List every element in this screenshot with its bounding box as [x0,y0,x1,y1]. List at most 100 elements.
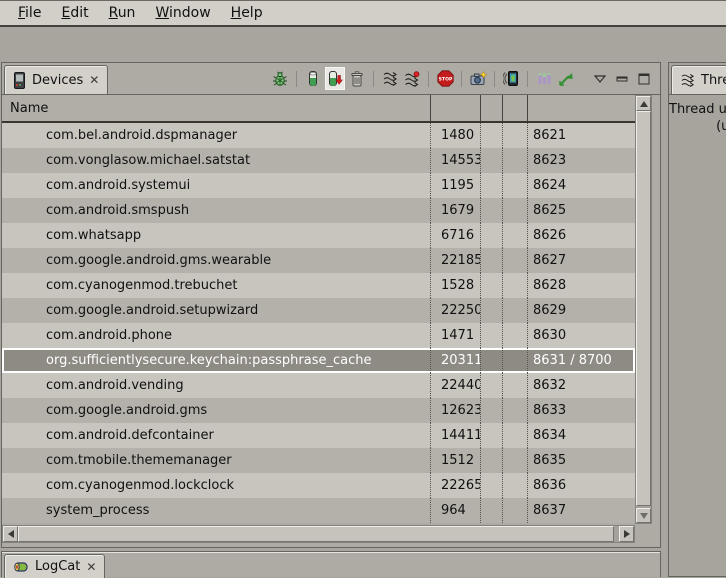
horizontal-scrollbar-thumb[interactable] [18,526,614,542]
column-header-empty1 [480,95,502,121]
cell-ports: 8629 [527,298,635,323]
cell-e2 [502,223,527,248]
column-header-pid [430,95,480,121]
toolbar-button-screen-capture[interactable] [468,67,488,90]
scroll-left-button[interactable] [3,526,18,542]
cell-ports: 8626 [527,223,635,248]
tab-threads-label: Threads [701,73,726,88]
toolbar-button-dump-hprof[interactable] [325,67,345,90]
cell-e1 [480,198,502,223]
cell-e2 [502,123,527,148]
close-icon[interactable]: ✕ [89,74,99,86]
table-row[interactable]: com.tmobile.thememanager15128635 [2,448,635,473]
toolbar-separator [428,71,429,87]
toolbar-button-screen-record[interactable] [501,67,521,90]
tab-threads[interactable]: Threads [671,65,726,94]
cell-e1 [480,448,502,473]
cell-e2 [502,423,527,448]
view-menu-button[interactable] [590,67,610,90]
threads-message: Thread updates not enabled for selected … [669,101,726,135]
table-row[interactable]: com.android.defcontainer144118634 [2,423,635,448]
cell-e2 [502,498,527,523]
table-row[interactable]: com.google.android.gms12623 8633 [2,398,635,423]
cell-name: com.android.systemui [2,173,430,198]
table-row[interactable]: com.cyanogenmod.lockclock222658636 [2,473,635,498]
column-header-name: Name [2,95,430,121]
cell-name: com.google.android.gms [2,398,430,423]
method-profiling-icon [404,71,420,87]
tab-logcat-label: LogCat [35,559,80,574]
tab-logcat[interactable]: LogCat ✕ [4,554,105,578]
tab-devices-label: Devices [32,73,83,88]
threads-icon [382,71,398,87]
cell-ports: 8637 [527,498,635,523]
table-row[interactable]: system_process964 8637 [2,498,635,523]
vertical-scrollbar-thumb[interactable] [636,111,651,506]
menu-item-file[interactable]: File [8,3,51,23]
cell-e1 [480,148,502,173]
bug-icon [272,71,288,87]
cell-name: com.cyanogenmod.lockclock [2,473,430,498]
cell-name: com.android.phone [2,323,430,348]
menu-item-window[interactable]: Window [145,3,220,23]
close-icon[interactable]: ✕ [86,561,96,573]
cell-name: com.android.vending [2,373,430,398]
toolbar-button-opengl-trace[interactable] [556,67,576,90]
threads-message-line2: (use toolbar button to enable) [669,118,726,135]
device-table-body: com.bel.android.dspmanager14808621com.vo… [2,123,635,523]
table-row[interactable]: com.google.android.gms.wearable221858627 [2,248,635,273]
cell-pid: 1195 [430,173,480,198]
table-row[interactable]: com.bel.android.dspmanager14808621 [2,123,635,148]
cell-name: com.tmobile.thememanager [2,448,430,473]
heap-cylinder-icon [306,70,320,87]
menu-item-edit[interactable]: Edit [51,3,98,23]
cell-name: com.google.android.setupwizard [2,298,430,323]
horizontal-scrollbar[interactable] [2,525,635,543]
cell-ports: 8633 [527,398,635,423]
screen-record-icon [503,70,520,87]
toolbar-button-debug[interactable] [270,67,290,90]
opengl-trace-icon [558,71,574,87]
stop-label: STOP [438,76,452,82]
toolbar-button-update-heap[interactable] [303,67,323,90]
cell-name: org.sufficientlysecure.keychain:passphra… [2,348,430,373]
menu-item-help[interactable]: Help [221,3,273,23]
minimize-button[interactable] [612,67,632,90]
cell-pid: 1679 [430,198,480,223]
cell-pid: 964 [430,498,480,523]
table-row[interactable]: com.android.systemui11958624 [2,173,635,198]
cell-pid: 12623 [430,398,480,423]
toolbar-button-method-profiling[interactable] [402,67,422,90]
vertical-scrollbar[interactable] [635,95,652,524]
toolbar-button-update-threads[interactable] [380,67,400,90]
scroll-right-button[interactable] [619,526,634,542]
toolbar-separator [296,71,297,87]
scroll-up-button[interactable] [636,96,651,111]
cell-name: com.bel.android.dspmanager [2,123,430,148]
threads-panel: Threads Thread updates not enabled for s… [668,62,726,577]
phone-icon [13,72,26,89]
tab-devices[interactable]: Devices ✕ [4,65,108,94]
toolbar-button-stop-process[interactable]: STOP [435,67,455,90]
cell-e2 [502,473,527,498]
toolbar-button-cause-gc[interactable] [347,67,367,90]
table-row[interactable]: com.cyanogenmod.trebuchet15288628 [2,273,635,298]
table-row[interactable]: com.android.vending224408632 [2,373,635,398]
table-row[interactable]: com.google.android.setupwizard222508629 [2,298,635,323]
maximize-button[interactable] [634,67,654,90]
cell-name: system_process [2,498,430,523]
table-row[interactable]: org.sufficientlysecure.keychain:passphra… [2,348,635,373]
device-table-header: Name [2,95,635,123]
table-row[interactable]: com.android.smspush16798625 [2,198,635,223]
toolbar-separator [461,71,462,87]
cell-pid: 1471 [430,323,480,348]
table-row[interactable]: com.whatsapp67168626 [2,223,635,248]
menu-item-run[interactable]: Run [99,3,146,23]
cell-e1 [480,298,502,323]
cell-e1 [480,273,502,298]
table-row[interactable]: com.android.phone14718630 [2,323,635,348]
scroll-down-button[interactable] [636,508,651,523]
column-header-ports [527,95,635,121]
table-row[interactable]: com.vonglasow.michael.satstat145538623 [2,148,635,173]
toolbar-button-systrace[interactable] [534,67,554,90]
